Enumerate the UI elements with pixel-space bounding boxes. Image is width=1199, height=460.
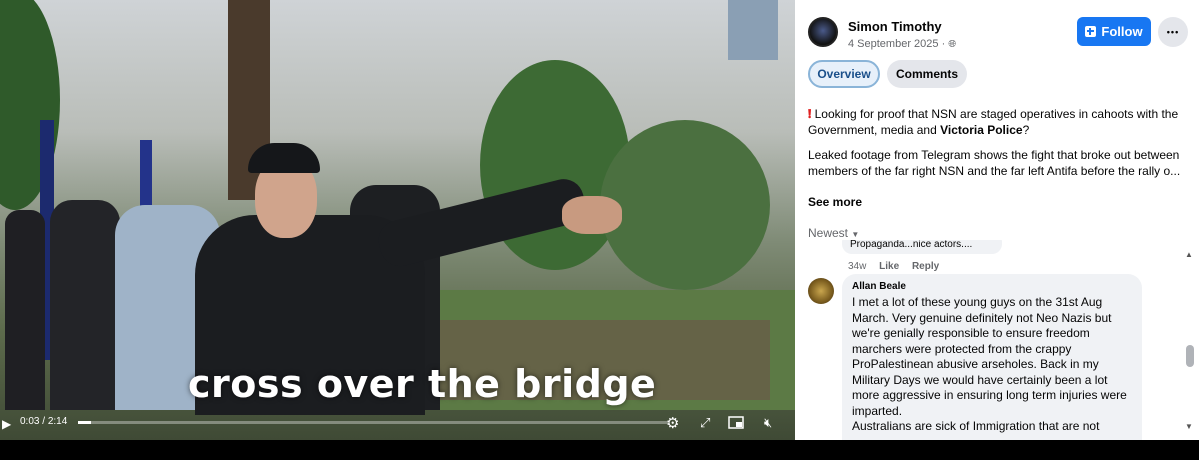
post-text-details: Leaked footage from Telegram shows the f… (808, 148, 1181, 178)
exclamation-icon: ❗︎ (808, 107, 812, 121)
see-more-link[interactable]: See more (808, 195, 862, 209)
globe-icon: 🌐︎ (948, 39, 957, 50)
building (728, 0, 778, 60)
sort-label: Newest (808, 226, 849, 240)
commenter-avatar[interactable] (808, 278, 834, 304)
post-text-intro: ❗︎ Looking for proof that NSN are staged… (808, 106, 1193, 138)
avatar[interactable] (808, 17, 838, 47)
caret-down-icon: ▼ (851, 230, 860, 239)
person-figure (5, 210, 45, 410)
post-date-text: 4 September 2025 · (848, 38, 946, 50)
tab-comments[interactable]: Comments (887, 60, 967, 88)
like-link[interactable]: Like (879, 261, 899, 272)
settings-gear-icon[interactable]: ⚙ (666, 414, 679, 432)
video-caption: cross over the bridge (188, 362, 657, 406)
speaker-cap (248, 143, 320, 173)
progress-fill (78, 421, 91, 424)
speaker-hand (562, 196, 622, 234)
person-figure (50, 200, 120, 410)
screen-frame: cross over the bridge ▶ 0:03 / 2:14 ⚙ ⤢ … (0, 0, 1199, 440)
video-time: 0:03 / 2:14 (20, 416, 67, 427)
scroll-up-arrow-icon[interactable]: ▲ (1185, 250, 1193, 259)
post-panel: Simon Timothy 4 September 2025 · 🌐︎ Foll… (796, 0, 1199, 440)
post-text-bold: Victoria Police (940, 123, 1023, 137)
scroll-down-arrow-icon[interactable]: ▼ (1185, 422, 1193, 431)
picture-in-picture-icon[interactable] (728, 416, 744, 433)
video-player[interactable]: cross over the bridge ▶ 0:03 / 2:14 ⚙ ⤢ … (0, 0, 795, 440)
comment-text: I met a lot of these young guys on the 3… (852, 295, 1127, 433)
tree-foliage (600, 120, 770, 290)
commenter-name[interactable]: Allan Beale (852, 281, 1132, 292)
more-options-button[interactable]: ••• (1158, 17, 1188, 47)
comment-text: Propaganda...nice actors.... (850, 240, 973, 250)
scrollbar-thumb[interactable] (1186, 345, 1194, 367)
reply-link[interactable]: Reply (912, 261, 939, 272)
tab-overview[interactable]: Overview (808, 60, 880, 88)
comments-scrollbar[interactable]: ▲ ▼ (1185, 250, 1195, 440)
progress-bar[interactable] (78, 421, 668, 424)
follow-button[interactable]: Follow (1077, 17, 1151, 46)
time-current: 0:03 (20, 416, 40, 427)
comment-actions: 34w Like Reply (848, 261, 939, 272)
follow-label: Follow (1101, 24, 1143, 39)
video-controls: ▶ 0:03 / 2:14 ⚙ ⤢ 🔇︎ (0, 408, 795, 440)
comment-bubble: Propaganda...nice actors.... (842, 240, 1002, 254)
expand-icon[interactable]: ⤢ (700, 415, 710, 431)
comment-sort-dropdown[interactable]: Newest ▼ (808, 226, 859, 240)
comment-age: 34w (848, 261, 867, 272)
post-date[interactable]: 4 September 2025 · 🌐︎ (848, 38, 956, 50)
mute-icon[interactable]: 🔇︎ (764, 415, 772, 431)
time-total: 2:14 (47, 416, 68, 427)
play-icon[interactable]: ▶ (2, 417, 11, 431)
comments-list: Propaganda...nice actors.... 34w Like Re… (796, 240, 1181, 440)
more-dots-icon: ••• (1166, 27, 1180, 37)
post-text-part1-end: ? (1022, 123, 1030, 137)
follow-icon (1085, 26, 1097, 37)
comment-bubble: Allan Beale I met a lot of these young g… (842, 274, 1142, 440)
post-author[interactable]: Simon Timothy (848, 19, 942, 34)
